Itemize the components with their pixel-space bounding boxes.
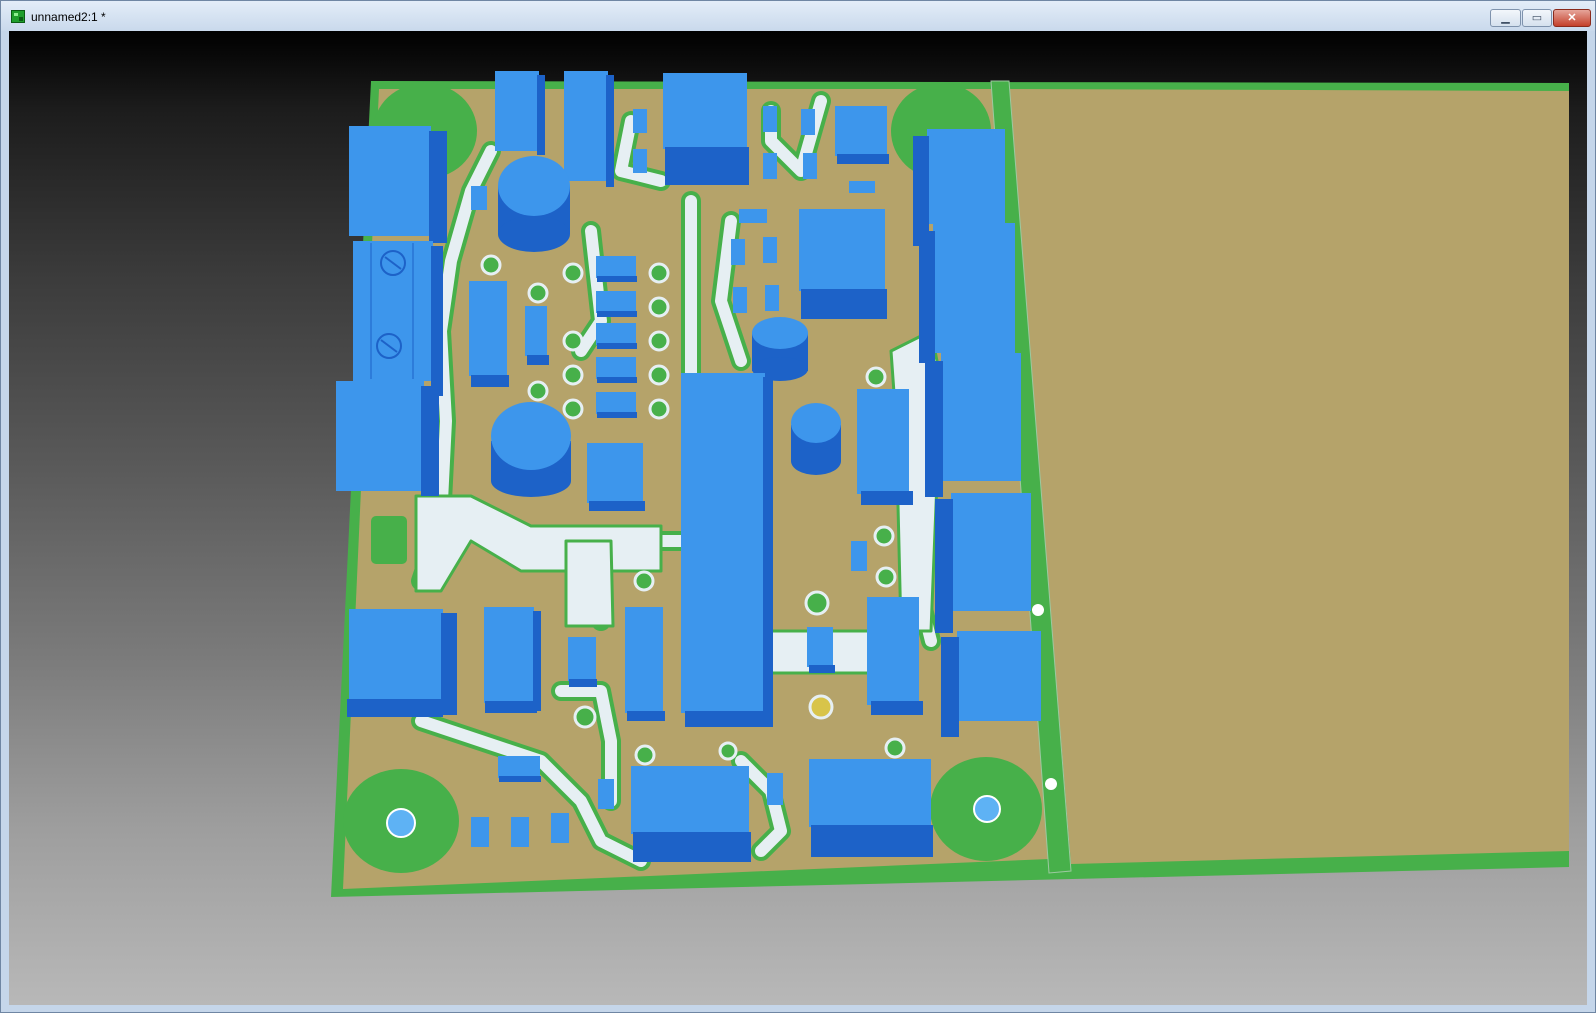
smd-part bbox=[807, 627, 835, 673]
via bbox=[527, 380, 549, 402]
maximize-button[interactable]: ▭ bbox=[1522, 9, 1552, 27]
component-box bbox=[495, 71, 545, 155]
component-box bbox=[857, 389, 913, 505]
application-window: unnamed2:1 * ▁ ▭ ✕ bbox=[0, 0, 1596, 1013]
via bbox=[648, 364, 670, 386]
component-box bbox=[587, 443, 645, 511]
smd-part bbox=[511, 817, 529, 847]
close-button[interactable]: ✕ bbox=[1553, 9, 1591, 27]
terminal-block bbox=[353, 241, 443, 396]
component-box bbox=[525, 306, 549, 365]
via bbox=[648, 296, 670, 318]
smd-part bbox=[801, 109, 815, 135]
smd-part bbox=[498, 756, 541, 782]
via bbox=[648, 262, 670, 284]
via bbox=[718, 741, 738, 761]
via bbox=[634, 744, 656, 766]
smd-part bbox=[803, 153, 817, 179]
smd-part bbox=[765, 285, 779, 311]
smd-part bbox=[763, 153, 777, 179]
smd-part bbox=[733, 287, 747, 313]
smd-part bbox=[471, 817, 489, 847]
capacitor-cylinder bbox=[498, 156, 570, 252]
via bbox=[1030, 602, 1046, 618]
component-box bbox=[564, 71, 614, 187]
smd-part bbox=[598, 779, 614, 809]
via bbox=[562, 262, 584, 284]
component-box bbox=[484, 607, 541, 713]
smd-part bbox=[633, 149, 647, 173]
maximize-icon: ▭ bbox=[1531, 12, 1543, 24]
component-box bbox=[925, 353, 1021, 497]
resistor-array bbox=[596, 256, 637, 418]
smd-part bbox=[739, 209, 767, 223]
via bbox=[884, 737, 906, 759]
via bbox=[633, 570, 655, 592]
smd-part bbox=[731, 239, 745, 265]
via bbox=[562, 364, 584, 386]
component-box bbox=[469, 281, 509, 387]
minimize-icon: ▁ bbox=[1501, 12, 1510, 24]
component-box bbox=[568, 637, 597, 687]
via bbox=[562, 398, 584, 420]
pcb-board-icon bbox=[11, 10, 25, 23]
component-box bbox=[347, 609, 457, 717]
via bbox=[875, 566, 897, 588]
via bbox=[562, 330, 584, 352]
via bbox=[865, 366, 887, 388]
smd-part bbox=[767, 773, 783, 805]
copper-pour-right bbox=[1009, 89, 1569, 864]
mounting-hole-center bbox=[386, 808, 416, 838]
mounting-hole-center bbox=[973, 795, 1001, 823]
component-box bbox=[867, 597, 923, 715]
component-box bbox=[625, 607, 665, 721]
3d-viewport[interactable] bbox=[9, 31, 1587, 1005]
smd-part bbox=[849, 181, 875, 193]
smd-part bbox=[763, 237, 777, 263]
via bbox=[648, 330, 670, 352]
component-box bbox=[471, 186, 487, 210]
capacitor-cylinder bbox=[791, 403, 841, 475]
component-box bbox=[919, 223, 1015, 363]
title-bar[interactable]: unnamed2:1 * ▁ ▭ ✕ bbox=[1, 1, 1595, 31]
smd-part bbox=[633, 109, 647, 133]
capacitor-cylinder bbox=[752, 317, 808, 381]
close-icon: ✕ bbox=[1567, 12, 1577, 24]
via bbox=[873, 525, 895, 547]
via bbox=[808, 694, 834, 720]
component-box bbox=[336, 381, 439, 496]
component-box bbox=[799, 209, 887, 319]
window-title: unnamed2:1 * bbox=[31, 10, 106, 24]
smd-part bbox=[851, 541, 867, 571]
component-box bbox=[663, 73, 749, 185]
via bbox=[480, 254, 502, 276]
test-pad bbox=[371, 516, 407, 564]
component-box bbox=[835, 106, 889, 164]
pcb-3d-scene[interactable] bbox=[9, 31, 1587, 1005]
via bbox=[1043, 776, 1059, 792]
smd-part bbox=[551, 813, 569, 843]
component-box bbox=[809, 759, 933, 857]
via bbox=[527, 282, 549, 304]
capacitor-cylinder bbox=[491, 402, 571, 497]
component-box bbox=[631, 766, 751, 862]
via bbox=[804, 590, 830, 616]
main-module bbox=[681, 373, 773, 727]
smd-part bbox=[763, 106, 777, 132]
via bbox=[573, 705, 597, 729]
minimize-button[interactable]: ▁ bbox=[1490, 9, 1521, 27]
via bbox=[648, 398, 670, 420]
component-box bbox=[349, 126, 447, 243]
